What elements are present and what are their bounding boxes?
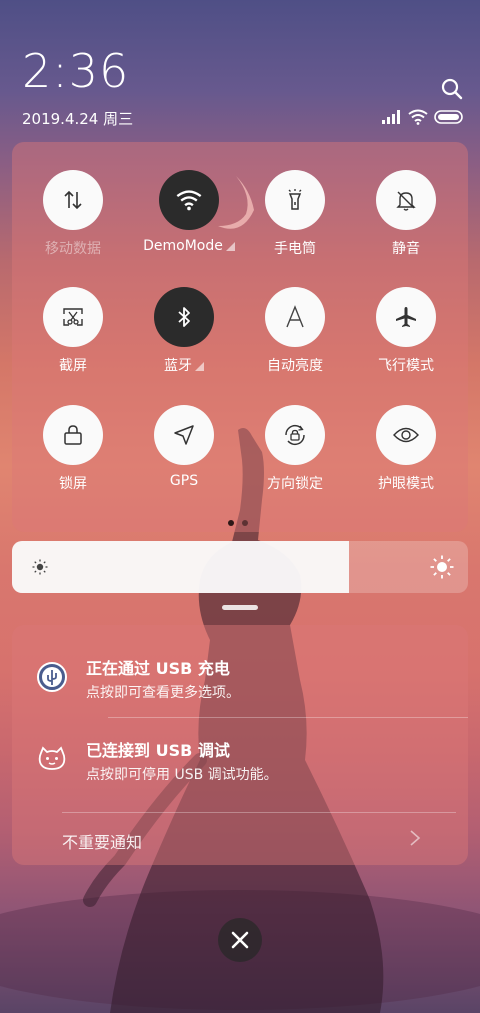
battery-icon [434, 110, 463, 124]
eye-icon [376, 405, 436, 465]
clock: 2:36 [22, 44, 130, 98]
notification-text: 点按即可停用 USB 调试功能。 [86, 767, 278, 783]
wifi-icon [408, 109, 428, 125]
tile-label: 蓝牙 [129, 355, 239, 375]
tile-rotation-lock[interactable]: 方向锁定 [240, 405, 350, 493]
status-icons [382, 108, 464, 126]
usb-charge-icon [37, 662, 67, 692]
drag-handle[interactable] [222, 605, 258, 610]
notification-usb-charging[interactable]: 正在通过 USB 充电 点按即可查看更多选项。 [12, 625, 468, 717]
tile-airplane-mode[interactable]: 飞行模式 [351, 287, 461, 375]
android-debug-icon [38, 746, 66, 770]
divider [62, 812, 456, 813]
notification-title: 已连接到 USB 调试 [86, 741, 230, 760]
brightness-slider-fill [12, 541, 350, 593]
notification-text: 点按即可查看更多选项。 [86, 685, 240, 701]
brightness-low-icon [32, 559, 48, 575]
brightness-slider[interactable] [12, 541, 468, 593]
tile-label: 锁屏 [59, 476, 87, 492]
tile-demomode[interactable]: DemoMode [129, 170, 249, 254]
screenshot-icon [43, 287, 103, 347]
tile-label: 静音 [392, 241, 420, 257]
tile-mobile-data[interactable]: 移动数据 [18, 170, 128, 258]
clear-all-button[interactable] [218, 918, 262, 962]
page-indicator [228, 520, 248, 526]
date-label: 2019.4.24 周三 [22, 110, 134, 128]
tile-bluetooth[interactable]: 蓝牙 [129, 287, 239, 375]
page-dot-active [228, 520, 234, 526]
brightness-high-icon [430, 555, 454, 579]
notification-panel: 正在通过 USB 充电 点按即可查看更多选项。 已连接到 USB 调试 点按即可… [12, 625, 468, 865]
auto-brightness-icon [265, 287, 325, 347]
tile-label: DemoMode [129, 238, 249, 254]
bluetooth-icon [154, 287, 214, 347]
page-dot [242, 520, 248, 526]
tile-label: 自动亮度 [267, 358, 323, 374]
tile-label: 护眼模式 [378, 476, 434, 492]
close-icon [231, 931, 249, 949]
tile-auto-brightness[interactable]: 自动亮度 [240, 287, 350, 375]
notification-title: 正在通过 USB 充电 [86, 659, 230, 678]
tile-label: 方向锁定 [267, 476, 323, 492]
flashlight-icon [265, 170, 325, 230]
tile-gps[interactable]: GPS [129, 405, 239, 489]
airplane-icon [376, 287, 436, 347]
tile-lock-screen[interactable]: 锁屏 [18, 405, 128, 493]
tile-flashlight[interactable]: 手电筒 [240, 170, 350, 258]
quick-settings-panel: 移动数据 DemoMode 手电筒 静音 截屏 蓝牙 自动亮度 飞行模式 锁屏 … [12, 142, 468, 532]
tile-label: 截屏 [59, 358, 87, 374]
tile-label: 手电筒 [274, 241, 316, 257]
tile-mute[interactable]: 静音 [351, 170, 461, 258]
wifi-icon [159, 170, 219, 230]
gps-icon [154, 405, 214, 465]
chevron-right-icon[interactable] [408, 828, 422, 848]
unimportant-notifications-link[interactable]: 不重要通知 [62, 829, 142, 853]
tile-label: 飞行模式 [378, 358, 434, 374]
tile-eye-comfort[interactable]: 护眼模式 [351, 405, 461, 493]
tile-label: 移动数据 [45, 241, 101, 257]
notification-usb-debugging[interactable]: 已连接到 USB 调试 点按即可停用 USB 调试功能。 [12, 717, 468, 809]
expand-caret-icon [225, 242, 235, 251]
lock-icon [43, 405, 103, 465]
tile-label: GPS [169, 473, 199, 489]
mobile-data-icon [43, 170, 103, 230]
expand-caret-icon [195, 362, 204, 371]
signal-icon [382, 110, 400, 124]
mute-bell-icon [376, 170, 436, 230]
tile-screenshot[interactable]: 截屏 [18, 287, 128, 375]
rotation-lock-icon [265, 405, 325, 465]
search-icon[interactable] [440, 77, 464, 101]
